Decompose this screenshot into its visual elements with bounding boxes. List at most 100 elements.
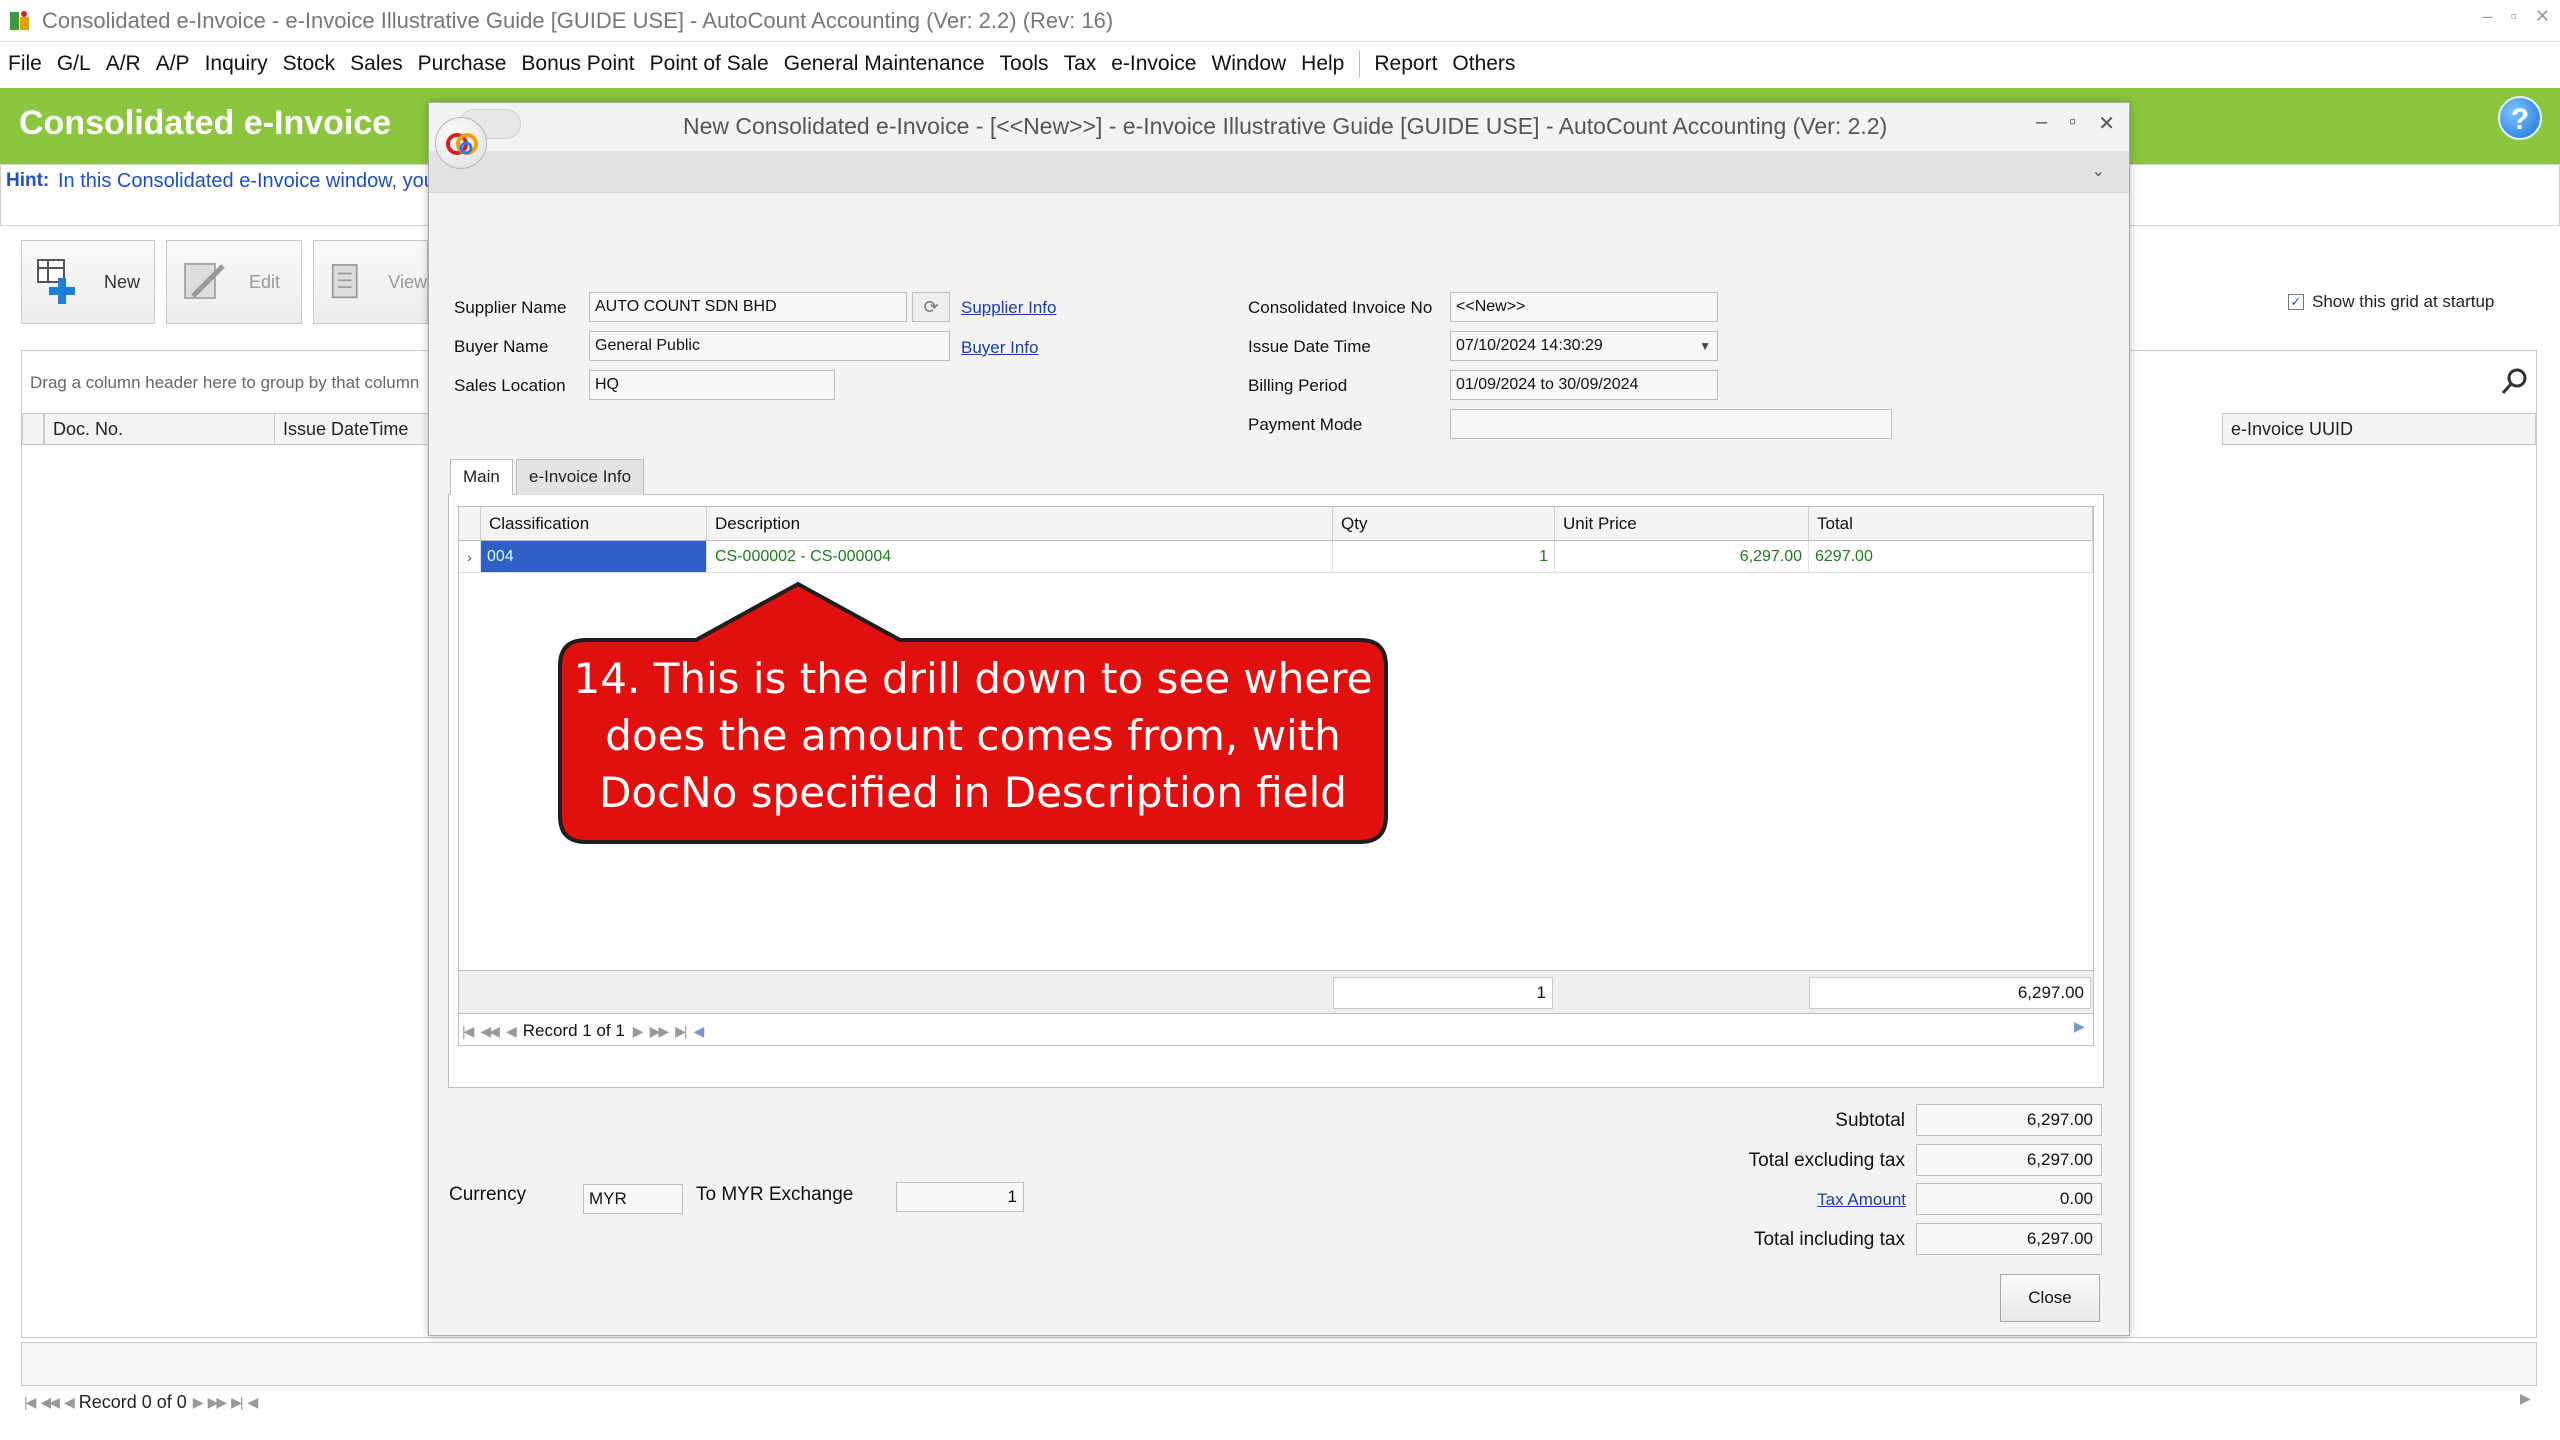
menu-inquiry[interactable]: Inquiry <box>205 52 268 76</box>
payment-mode-field[interactable] <box>1450 409 1892 439</box>
column-header-total[interactable]: Total <box>1809 507 2093 541</box>
detail-next-record-icon[interactable]: ▶ <box>633 1023 644 1040</box>
autocount-logo-icon[interactable] <box>435 117 487 169</box>
dialog-titlebar: New Consolidated e-Invoice - [<<New>>] -… <box>429 103 2129 151</box>
detail-last-record-icon[interactable]: ▶| <box>675 1023 687 1040</box>
supplier-name-field[interactable]: AUTO COUNT SDN BHD <box>589 292 907 322</box>
close-icon[interactable]: ✕ <box>2535 6 2550 27</box>
consolidated-invoice-no-label: Consolidated Invoice No <box>1248 298 1433 317</box>
list-record-navigator: |◀ ◀◀ ◀ Record 0 of 0 ▶ ▶▶ ▶| ◀ <box>24 1390 259 1414</box>
menu-gl[interactable]: G/L <box>57 52 91 76</box>
close-button[interactable]: Close <box>2000 1274 2100 1322</box>
cell-total[interactable]: 6297.00 <box>1809 541 2093 573</box>
cell-classification[interactable]: 004 <box>481 541 707 573</box>
show-grid-label: Show this grid at startup <box>2312 292 2495 311</box>
menu-others[interactable]: Others <box>1452 52 1515 76</box>
menu-help[interactable]: Help <box>1301 52 1344 76</box>
new-button-label: New <box>104 271 141 292</box>
menu-ap[interactable]: A/P <box>156 52 190 76</box>
total-including-tax-value: 6,297.00 <box>1916 1223 2102 1255</box>
consolidated-invoice-no-field[interactable]: <<New>> <box>1450 292 1718 322</box>
row-indicator-header <box>22 413 44 445</box>
dialog-close-icon[interactable]: ✕ <box>2098 111 2115 136</box>
payment-mode-label: Payment Mode <box>1248 415 1363 434</box>
minimize-icon[interactable]: – <box>2483 6 2493 27</box>
dialog-maximize-icon[interactable]: ▫ <box>2069 111 2076 136</box>
next-record-icon[interactable]: ▶ <box>193 1394 204 1411</box>
billing-period-label: Billing Period <box>1248 376 1348 395</box>
column-header-classification[interactable]: Classification <box>481 507 707 541</box>
menu-stock[interactable]: Stock <box>283 52 336 76</box>
buyer-name-field[interactable]: General Public <box>589 331 950 361</box>
expand-ribbon-icon[interactable]: ⌄ <box>2092 161 2105 181</box>
menu-purchase[interactable]: Purchase <box>418 52 507 76</box>
scroll-right-icon[interactable]: ▶ <box>2520 1390 2531 1407</box>
last-record-icon[interactable]: ▶| <box>231 1394 243 1411</box>
currency-field[interactable]: MYR <box>583 1184 683 1214</box>
issue-date-time-field[interactable]: 07/10/2024 14:30:29 ▼ <box>1450 331 1718 361</box>
tab-e-invoice-info[interactable]: e-Invoice Info <box>516 459 645 495</box>
exchange-rate-field[interactable]: 1 <box>896 1182 1024 1212</box>
search-icon[interactable] <box>2500 366 2530 396</box>
issue-date-time-label: Issue Date Time <box>1248 337 1371 356</box>
edit-button[interactable]: Edit <box>166 240 302 324</box>
scroll-left-icon[interactable]: ◀ <box>248 1394 259 1411</box>
tax-amount-link[interactable]: Tax Amount <box>1817 1190 1906 1210</box>
app-logo-icon <box>10 10 29 30</box>
detail-scroll-left-icon[interactable]: ◀ <box>694 1023 705 1040</box>
cell-unit-price[interactable]: 6,297.00 <box>1555 541 1809 573</box>
dialog-ribbon-bar: ⌄ <box>429 151 2129 193</box>
menu-sales[interactable]: Sales <box>350 52 403 76</box>
total-excluding-tax-value: 6,297.00 <box>1916 1144 2102 1176</box>
dropdown-arrow-icon[interactable]: ▼ <box>1699 332 1711 360</box>
menu-tools[interactable]: Tools <box>1000 52 1049 76</box>
column-header-description[interactable]: Description <box>707 507 1333 541</box>
detail-prev-page-icon[interactable]: ◀◀ <box>480 1023 499 1040</box>
total-including-tax-label: Total including tax <box>1753 1229 1905 1250</box>
menu-report[interactable]: Report <box>1374 52 1437 76</box>
detail-next-page-icon[interactable]: ▶▶ <box>650 1023 669 1040</box>
detail-first-record-icon[interactable]: |◀ <box>462 1023 474 1040</box>
menu-bonus-point[interactable]: Bonus Point <box>521 52 634 76</box>
column-header-unit-price[interactable]: Unit Price <box>1555 507 1809 541</box>
column-header-doc-no[interactable]: Doc. No. <box>44 413 296 445</box>
next-page-icon[interactable]: ▶▶ <box>208 1394 227 1411</box>
supplier-name-label: Supplier Name <box>454 298 567 317</box>
detail-row-indicator-header <box>459 507 481 541</box>
detail-scroll-right-icon[interactable]: ▶ <box>2074 1018 2085 1035</box>
new-button[interactable]: New <box>21 240 155 324</box>
refresh-supplier-icon[interactable]: ⟳ <box>912 292 950 322</box>
view-button[interactable]: View <box>313 240 428 324</box>
tab-main[interactable]: Main <box>450 459 513 495</box>
show-grid-at-startup-checkbox[interactable]: ✓ Show this grid at startup <box>2288 292 2494 312</box>
view-document-icon <box>331 264 358 299</box>
maximize-icon[interactable]: ▫ <box>2511 6 2517 27</box>
menu-point-of-sale[interactable]: Point of Sale <box>650 52 769 76</box>
edit-icon <box>184 263 225 299</box>
detail-prev-record-icon[interactable]: ◀ <box>506 1023 517 1040</box>
app-titlebar: Consolidated e-Invoice - e-Invoice Illus… <box>0 0 2560 42</box>
help-icon[interactable]: ? <box>2498 96 2542 140</box>
buyer-info-link[interactable]: Buyer Info <box>961 338 1039 358</box>
prev-record-icon[interactable]: ◀ <box>64 1394 75 1411</box>
menu-bar: File G/L A/R A/P Inquiry Stock Sales Pur… <box>0 42 2560 86</box>
supplier-info-link[interactable]: Supplier Info <box>961 298 1056 318</box>
sales-location-field[interactable]: HQ <box>589 370 835 400</box>
column-header-e-invoice-uuid[interactable]: e-Invoice UUID <box>2222 413 2536 445</box>
menu-separator <box>1359 51 1361 77</box>
total-excluding-tax-label: Total excluding tax <box>1748 1150 1905 1171</box>
menu-general-maintenance[interactable]: General Maintenance <box>784 52 985 76</box>
cell-qty[interactable]: 1 <box>1333 541 1555 573</box>
dialog-minimize-icon[interactable]: – <box>2036 111 2047 136</box>
checkbox-checked-icon[interactable]: ✓ <box>2288 294 2304 310</box>
menu-file[interactable]: File <box>8 52 42 76</box>
menu-window[interactable]: Window <box>1211 52 1286 76</box>
menu-ar[interactable]: A/R <box>106 52 141 76</box>
cell-description[interactable]: CS-000002 - CS-000004 <box>707 541 1333 573</box>
billing-period-field[interactable]: 01/09/2024 to 30/09/2024 <box>1450 370 1718 400</box>
prev-page-icon[interactable]: ◀◀ <box>40 1394 59 1411</box>
menu-e-invoice[interactable]: e-Invoice <box>1111 52 1196 76</box>
column-header-qty[interactable]: Qty <box>1333 507 1555 541</box>
menu-tax[interactable]: Tax <box>1064 52 1097 76</box>
first-record-icon[interactable]: |◀ <box>24 1394 36 1411</box>
